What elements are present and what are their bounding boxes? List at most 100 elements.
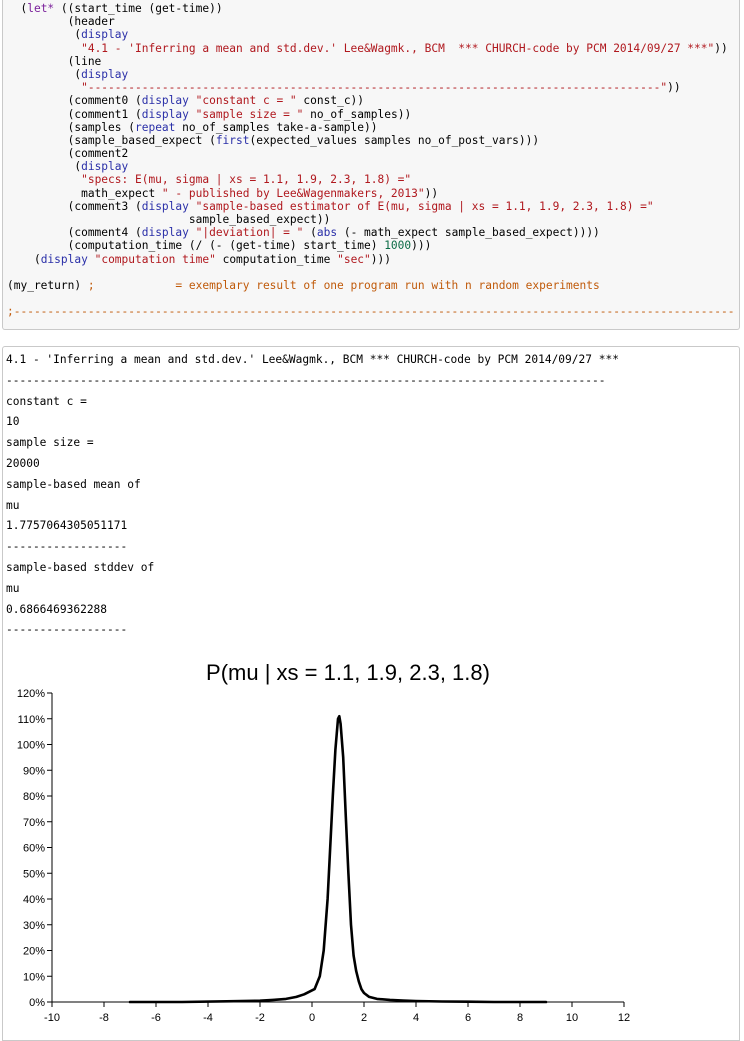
code-token: (comment3 (	[7, 199, 142, 213]
code-token: (comment0 (	[7, 94, 142, 108]
code-token: let*	[27, 2, 55, 15]
code-editor[interactable]: (let* ((start_time (get-time)) (header (…	[7, 2, 734, 319]
code-token: const_c))	[296, 94, 365, 108]
x-tick-label: 4	[413, 1012, 419, 1024]
code-token: no_of_samples))	[303, 107, 412, 121]
code-line: ;---------------------------------------…	[7, 305, 734, 318]
code-token: repeat	[134, 120, 176, 134]
code-line: (comment4 (display "|deviation| = " (abs…	[7, 226, 734, 239]
code-token: display	[81, 67, 129, 81]
code-line: (display	[7, 28, 734, 41]
code-token: first	[215, 133, 250, 147]
code-token: (line	[7, 54, 102, 68]
code-token: (	[7, 28, 82, 42]
code-token: (header	[7, 15, 115, 29]
code-token: display	[141, 226, 189, 240]
code-token: (samples (	[7, 120, 135, 134]
x-tick-label: 0	[309, 1012, 315, 1024]
x-tick-label: 6	[465, 1012, 471, 1024]
code-token: display	[40, 252, 88, 266]
x-tick-label: 10	[566, 1012, 578, 1024]
y-tick-label: 10%	[23, 971, 45, 983]
code-token: (	[7, 67, 82, 81]
code-line: (display	[7, 68, 734, 81]
code-token: "sec"	[337, 252, 371, 266]
code-token: display	[81, 160, 129, 174]
y-tick-label: 80%	[23, 791, 45, 803]
x-tick-label: -6	[151, 1012, 161, 1024]
code-line: (display "computation time" computation_…	[7, 253, 734, 266]
y-tick-label: 70%	[23, 817, 45, 829]
code-token: display	[81, 28, 129, 42]
x-tick-label: -2	[255, 1012, 265, 1024]
code-token: ))	[667, 81, 681, 95]
code-token: ))	[424, 186, 439, 200]
code-line: (line	[7, 55, 734, 68]
code-token: (computation_time (/ (- (get-time) start…	[7, 239, 385, 253]
code-line: (display	[7, 160, 734, 173]
code-token: ; = exemplary result of one program run …	[87, 278, 600, 292]
code-token: "|deviation| = "	[195, 226, 304, 240]
y-tick-label: 30%	[23, 920, 45, 932]
code-line: (header	[7, 15, 734, 28]
code-token: "4.1 - 'Inferring a mean and std.dev.' L…	[81, 41, 715, 55]
code-line: "4.1 - 'Inferring a mean and std.dev.' L…	[7, 42, 734, 55]
code-token: computation_time	[215, 252, 338, 266]
x-tick-label: 12	[618, 1012, 630, 1024]
code-cell[interactable]: (let* ((start_time (get-time)) (header (…	[2, 0, 740, 330]
y-tick-label: 120%	[17, 688, 45, 700]
code-line: "specs: E(mu, sigma | xs = 1.1, 1.9, 2.3…	[7, 173, 734, 186]
code-token: ))	[714, 41, 728, 55]
y-tick-label: 0%	[29, 997, 45, 1009]
y-tick-label: 90%	[23, 765, 45, 777]
code-token: (my_return)	[7, 278, 88, 292]
y-tick-label: 110%	[18, 714, 46, 726]
posterior-chart: P(mu | xs = 1.1, 1.9, 2.3, 1.8) 0% 10% 20% 3…	[17, 660, 630, 1024]
code-line: (comment0 (display "constant c = " const…	[7, 94, 734, 107]
code-line: "---------------------------------------…	[7, 81, 734, 94]
code-token: (comment4 (	[7, 226, 142, 240]
code-token: abs	[316, 226, 338, 240]
code-line: (sample_based_expect (first(expected_val…	[7, 134, 734, 147]
code-token: "sample size = "	[195, 107, 304, 121]
code-token: "computation time"	[94, 252, 216, 266]
code-line: sample_based_expect))	[7, 213, 734, 226]
code-token: (	[7, 2, 28, 15]
y-tick-label: 40%	[23, 894, 45, 906]
code-token: math_expect	[7, 186, 162, 200]
code-token: (expected_values samples no_of_post_vars…	[249, 133, 540, 147]
code-line: (comment3 (display "sample-based estimat…	[7, 200, 734, 213]
code-token: sample_based_expect))	[7, 213, 331, 226]
x-tick-label: -10	[44, 1012, 60, 1024]
code-token: (- math_expect sample_based_expect))))	[337, 226, 600, 240]
code-token: (sample_based_expect (	[7, 133, 216, 147]
code-token: (comment1 (	[7, 107, 142, 121]
code-token: "---------------------------------------…	[81, 81, 668, 95]
code-line: math_expect " - published by Lee&Wagenma…	[7, 187, 734, 200]
x-tick-label: -8	[99, 1012, 109, 1024]
code-token: no_of_samples take-a-sample))	[175, 120, 378, 134]
y-tick-label: 100%	[17, 740, 45, 752]
code-line: (comment2	[7, 147, 734, 160]
code-token: 1000	[384, 239, 412, 253]
code-token: (	[303, 226, 317, 240]
code-token: )))	[411, 239, 432, 253]
code-token: display	[141, 199, 189, 213]
code-token: ;---------------------------------------…	[7, 305, 735, 319]
output-cell: 4.1 - 'Inferring a mean and std.dev.' Le…	[2, 346, 740, 1041]
code-token: "specs: E(mu, sigma | xs = 1.1, 1.9, 2.3…	[81, 173, 412, 187]
code-token: ((start_time (get-time))	[54, 2, 223, 15]
code-token: (comment2	[7, 147, 129, 161]
x-tick-label: -4	[203, 1012, 213, 1024]
code-token: " - published by Lee&Wagenmakers, 2013"	[161, 186, 425, 200]
y-tick-label: 20%	[23, 946, 45, 958]
